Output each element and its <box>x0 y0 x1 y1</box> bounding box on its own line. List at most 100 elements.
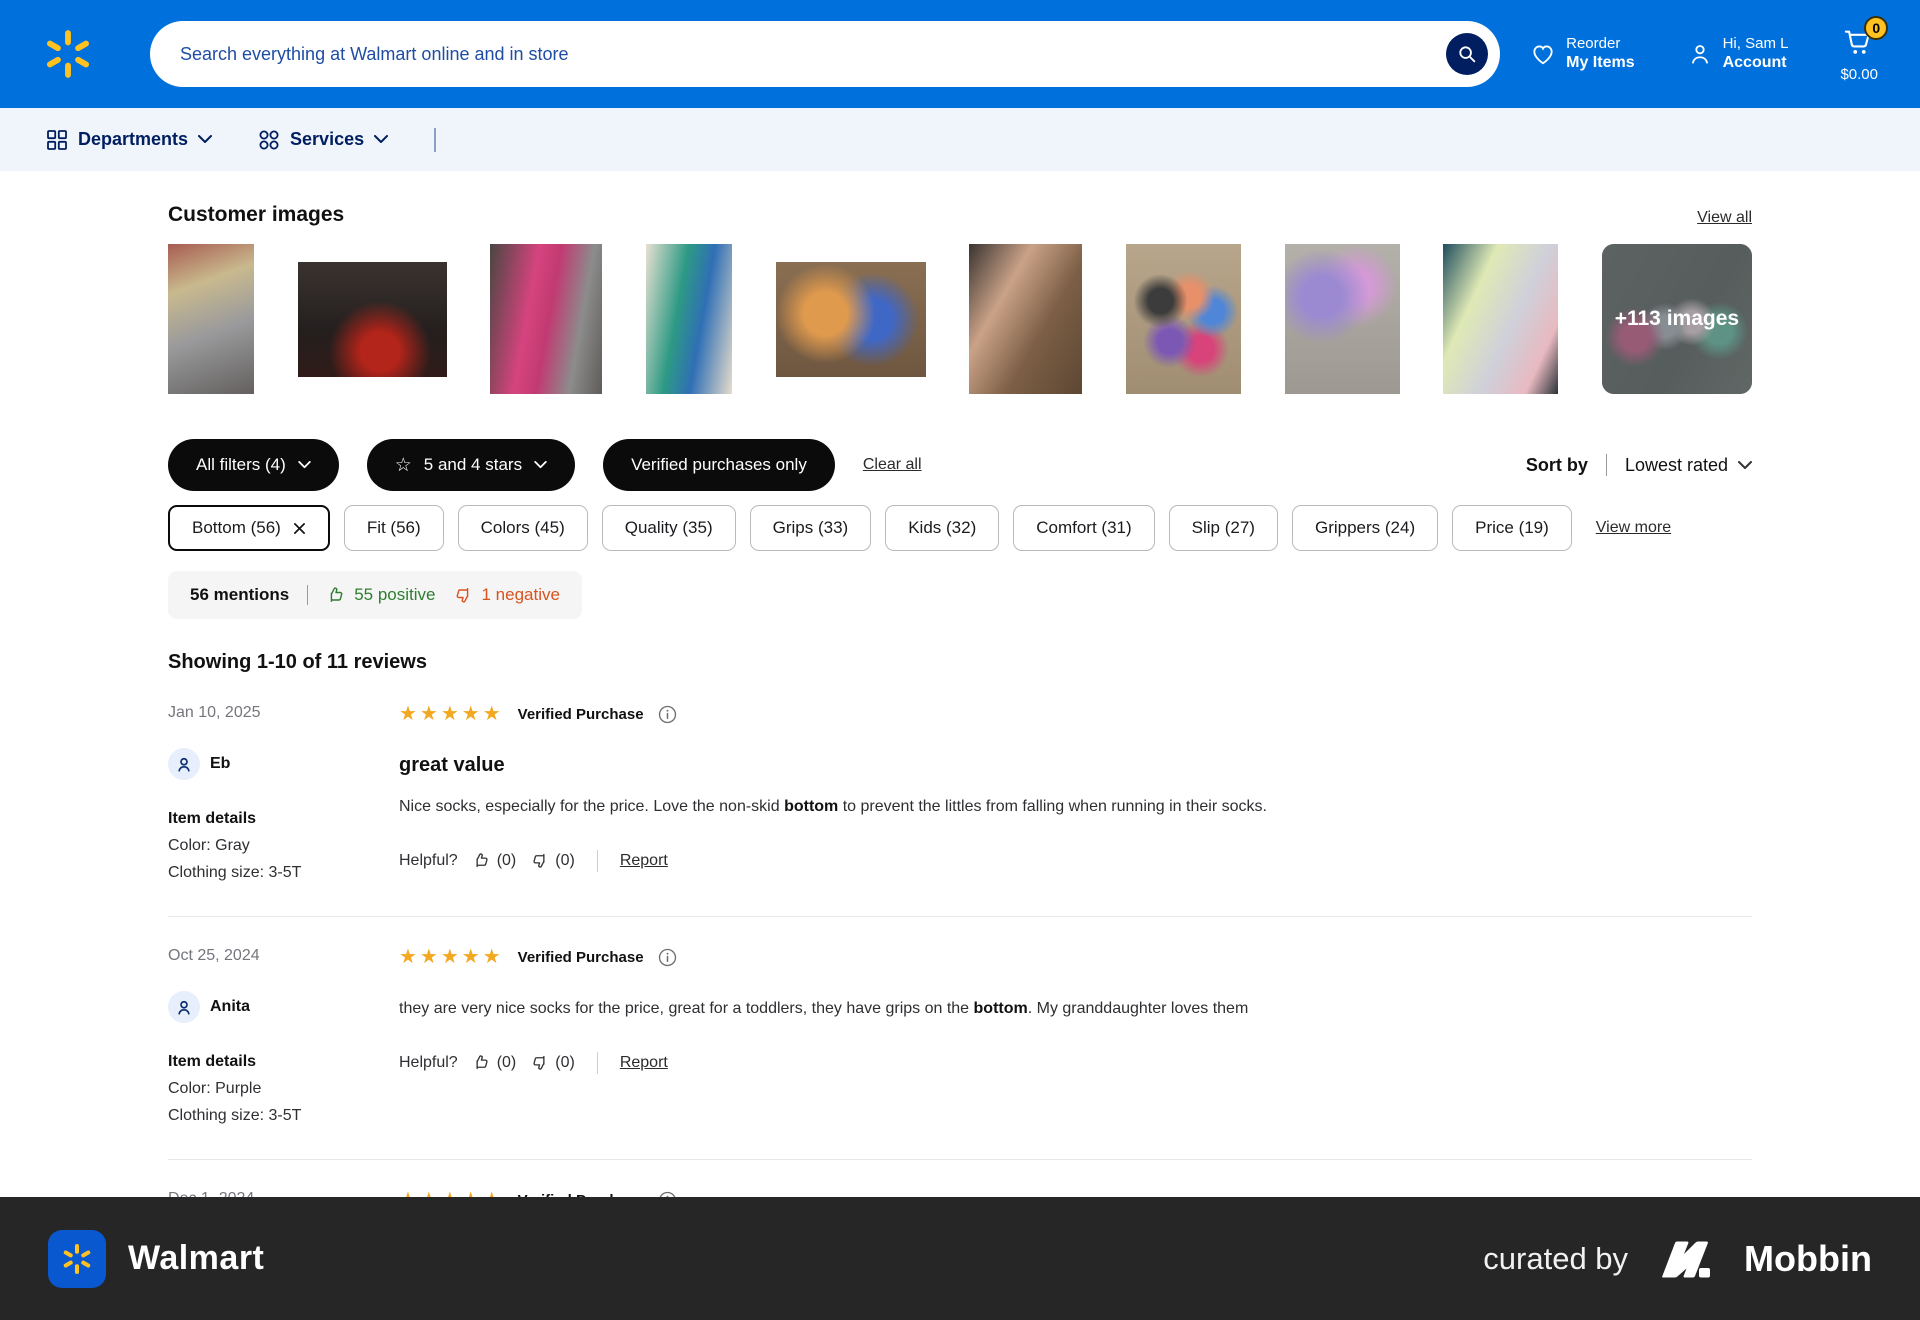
negative-mentions: 1 negative <box>453 585 559 605</box>
sort-dropdown[interactable]: Lowest rated <box>1625 455 1752 476</box>
person-icon <box>1687 41 1713 67</box>
topic-chip[interactable]: Slip (27) <box>1169 505 1278 551</box>
item-details-label: Item details <box>168 1053 399 1071</box>
topic-chip[interactable]: Quality (35) <box>602 505 736 551</box>
item-color: Color: Purple <box>168 1080 399 1098</box>
thumbs-up-button[interactable]: (0) <box>472 1053 517 1072</box>
mobbin-logo-icon <box>1654 1233 1718 1285</box>
review-date: Oct 25, 2024 <box>168 947 399 965</box>
all-filters-button[interactable]: All filters (4) <box>168 439 339 491</box>
thumbs-down-button[interactable]: (0) <box>530 1053 575 1072</box>
customer-image-thumbnail[interactable] <box>1126 244 1241 394</box>
customer-image-thumbnail[interactable] <box>1285 244 1400 394</box>
chevron-down-icon <box>1738 461 1752 470</box>
chevron-down-icon <box>374 135 388 144</box>
topic-chip[interactable]: Bottom (56) <box>168 505 330 551</box>
info-icon[interactable] <box>658 948 677 967</box>
topic-chip[interactable]: Fit (56) <box>344 505 444 551</box>
customer-image-thumbnail[interactable] <box>490 244 602 394</box>
verified-purchase-label: Verified Purchase <box>518 706 644 723</box>
cart-button[interactable]: 0 $0.00 <box>1840 26 1878 83</box>
view-more-link[interactable]: View more <box>1596 519 1671 537</box>
customer-image-thumbnail[interactable] <box>969 244 1082 394</box>
walmart-footer-label: Walmart <box>128 1239 264 1278</box>
departments-menu[interactable]: Departments <box>46 129 212 151</box>
topic-chips-row: Bottom (56) Fit (56) Colors (45) Quality (3… <box>168 505 1752 551</box>
topic-chip[interactable]: Comfort (31) <box>1013 505 1154 551</box>
item-details-label: Item details <box>168 810 399 828</box>
search-button[interactable] <box>1446 33 1488 75</box>
sort-control: Sort by Lowest rated <box>1526 454 1752 476</box>
thumb-up-icon <box>472 851 491 870</box>
mobbin-label: Mobbin <box>1744 1238 1872 1280</box>
review-actions: Helpful? (0) (0) Report <box>399 1052 1752 1074</box>
thumb-down-icon <box>530 1053 549 1072</box>
sort-divider <box>1606 454 1607 476</box>
helpful-label: Helpful? <box>399 1054 458 1072</box>
close-icon[interactable] <box>293 522 306 535</box>
walmart-logo-icon[interactable] <box>42 28 94 80</box>
star-rating: ★★★★★ <box>399 947 504 967</box>
customer-image-thumbnail[interactable] <box>298 262 447 377</box>
walmart-app-icon <box>48 1230 106 1288</box>
review-title: great value <box>399 754 1752 777</box>
view-all-link[interactable]: View all <box>1697 209 1752 227</box>
topic-chip[interactable]: Kids (32) <box>885 505 999 551</box>
actions-divider <box>597 850 598 872</box>
topic-chip[interactable]: Colors (45) <box>458 505 588 551</box>
info-icon[interactable] <box>658 705 677 724</box>
customer-image-thumbnail[interactable] <box>1443 244 1558 394</box>
heart-icon <box>1530 41 1556 67</box>
thumb-up-icon <box>326 585 346 605</box>
thumb-down-icon <box>453 585 473 605</box>
more-images-thumbnail[interactable]: +113 images <box>1602 244 1752 394</box>
account-menu[interactable]: Hi, Sam L Account <box>1687 35 1789 74</box>
topic-chip[interactable]: Price (19) <box>1452 505 1572 551</box>
thumb-up-icon <box>472 1053 491 1072</box>
thumb-down-icon <box>530 851 549 870</box>
review-author: Anita <box>168 991 399 1023</box>
filter-bar: All filters (4) ☆ 5 and 4 stars Verified… <box>168 439 1752 491</box>
positive-mentions: 55 positive <box>326 585 435 605</box>
star-rating-filter-button[interactable]: ☆ 5 and 4 stars <box>367 439 575 491</box>
item-size: Clothing size: 3-5T <box>168 864 399 882</box>
services-menu[interactable]: Services <box>258 129 388 151</box>
customer-image-thumbnail[interactable] <box>776 262 926 377</box>
curated-by: curated by Mobbin <box>1483 1233 1872 1285</box>
topic-chip[interactable]: Grippers (24) <box>1292 505 1438 551</box>
grid-circles-icon <box>258 129 280 151</box>
item-size: Clothing size: 3-5T <box>168 1107 399 1125</box>
more-images-count: +113 images <box>1602 244 1752 394</box>
reorder-my-items[interactable]: Reorder My Items <box>1530 35 1634 74</box>
clear-all-link[interactable]: Clear all <box>863 456 922 474</box>
review-body-column: ★★★★★ Verified Purchase great value Nice… <box>399 704 1752 882</box>
customer-image-thumbnail[interactable] <box>646 244 732 394</box>
review-meta-column: Jan 10, 2025 Eb Item details Color: Gray… <box>168 704 399 882</box>
cart-total: $0.00 <box>1840 66 1878 83</box>
curated-by-label: curated by <box>1483 1241 1628 1277</box>
verified-purchases-filter-button[interactable]: Verified purchases only <box>603 439 835 491</box>
person-icon <box>175 998 193 1016</box>
cart-count-badge: 0 <box>1864 16 1888 40</box>
search-input[interactable] <box>150 21 1500 87</box>
actions-divider <box>597 1052 598 1074</box>
reorder-label: Reorder <box>1566 35 1634 54</box>
customer-image-thumbnail[interactable] <box>168 244 254 394</box>
avatar <box>168 748 200 780</box>
mentions-divider <box>307 585 308 605</box>
report-link[interactable]: Report <box>620 852 668 870</box>
thumbs-up-button[interactable]: (0) <box>472 851 517 870</box>
my-items-label: My Items <box>1566 53 1634 73</box>
account-label: Account <box>1723 53 1789 73</box>
review-item: Oct 25, 2024 Anita Item details Color: P… <box>168 917 1752 1160</box>
star-rating: ★★★★★ <box>399 704 504 724</box>
avatar <box>168 991 200 1023</box>
app-header: Reorder My Items Hi, Sam L Account <box>0 0 1920 108</box>
report-link[interactable]: Report <box>620 1054 668 1072</box>
mentions-count: 56 mentions <box>190 585 289 605</box>
nav-divider <box>434 128 436 152</box>
topic-chip[interactable]: Grips (33) <box>750 505 872 551</box>
thumbs-down-button[interactable]: (0) <box>530 851 575 870</box>
customer-images-strip: +113 images <box>168 243 1752 395</box>
search-icon <box>1456 43 1478 65</box>
